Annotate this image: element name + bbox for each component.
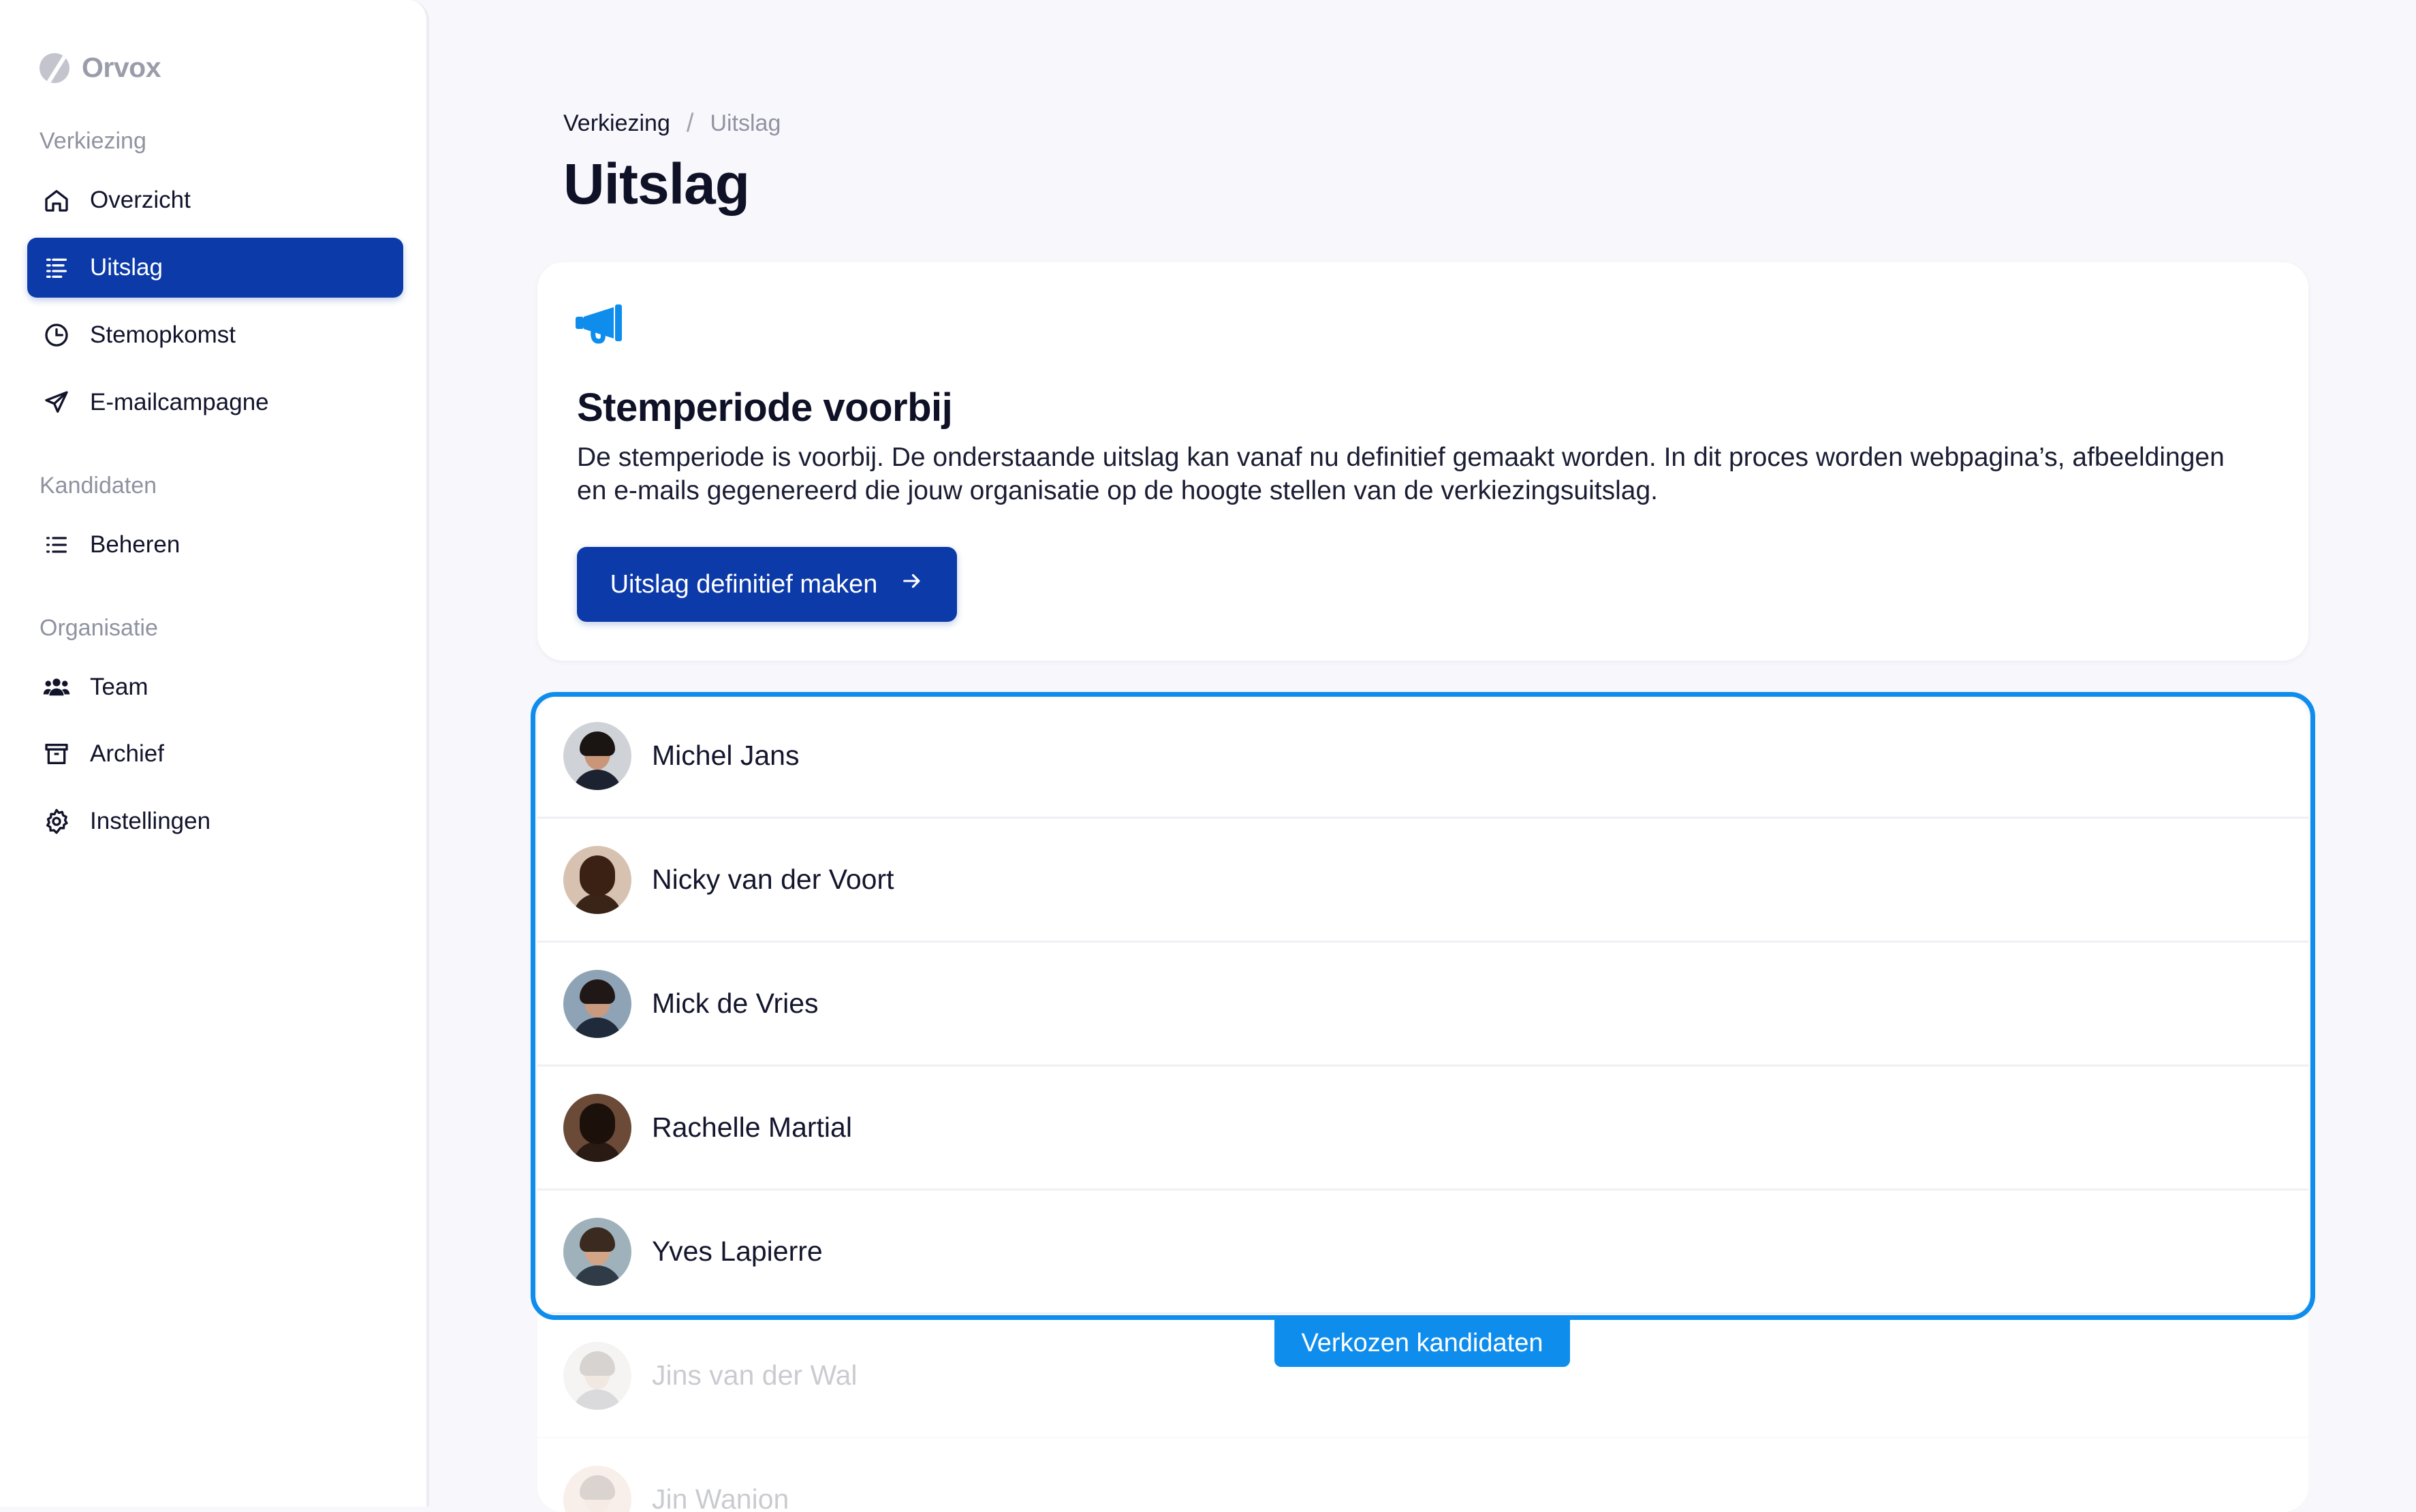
sidebar-item-label: Overzicht	[90, 187, 191, 214]
candidate-name: Michel Jans	[652, 740, 799, 772]
breadcrumb-current: Uitslag	[710, 110, 781, 137]
notice-title: Stemperiode voorbij	[577, 385, 952, 430]
bullet-list-icon	[42, 531, 71, 559]
sidebar-item-archief[interactable]: Archief	[27, 724, 403, 784]
sidebar-item-label: Team	[90, 674, 148, 701]
list-icon	[42, 253, 71, 282]
sidebar-item-overzicht[interactable]: Overzicht	[27, 170, 403, 230]
avatar	[563, 1342, 631, 1410]
arrow-right-icon	[900, 569, 924, 599]
sidebar-item-label: Beheren	[90, 531, 180, 558]
sidebar-item-team[interactable]: Team	[27, 657, 403, 717]
avatar	[563, 1218, 631, 1286]
gear-icon	[42, 807, 71, 836]
list-item[interactable]: Michel Jans	[537, 695, 2308, 819]
candidate-name: Rachelle Martial	[652, 1112, 852, 1144]
avatar	[563, 722, 631, 790]
elected-candidates-label: Verkozen kandidaten	[1274, 1319, 1570, 1367]
sidebar-item-label: E-mailcampagne	[90, 389, 269, 416]
avatar	[563, 970, 631, 1038]
avatar	[563, 846, 631, 914]
candidate-name: Nicky van der Voort	[652, 864, 894, 896]
sidebar-item-beheren[interactable]: Beheren	[27, 515, 403, 575]
list-item[interactable]: Jin Wanion	[537, 1438, 2308, 1512]
candidate-name: Jin Wanion	[652, 1483, 789, 1512]
megaphone-icon	[576, 303, 625, 347]
users-icon	[42, 673, 71, 702]
sidebar-item-e-mailcampagne[interactable]: E-mailcampagne	[27, 373, 403, 432]
archive-icon	[42, 740, 71, 768]
sidebar: Orvox Verkiezing Overzicht Uitslag Stemo…	[0, 0, 429, 1507]
list-item[interactable]: Mick de Vries	[537, 943, 2308, 1067]
sidebar-item-stemopkomst[interactable]: Stemopkomst	[27, 305, 403, 365]
breadcrumb-parent[interactable]: Verkiezing	[563, 110, 670, 137]
sidebar-item-label: Archief	[90, 740, 164, 768]
breadcrumb: Verkiezing / Uitslag	[563, 109, 781, 138]
app-name: Orvox	[82, 52, 161, 84]
candidate-name: Mick de Vries	[652, 988, 819, 1020]
list-item[interactable]: Nicky van der Voort	[537, 819, 2308, 943]
section-title-kandidaten: Kandidaten	[40, 473, 157, 499]
finalize-result-button[interactable]: Uitslag definitief maken	[577, 547, 957, 622]
sidebar-item-label: Instellingen	[90, 808, 210, 835]
sidebar-item-label: Uitslag	[90, 254, 163, 281]
avatar	[563, 1466, 631, 1512]
finalize-result-label: Uitslag definitief maken	[610, 570, 878, 599]
section-title-verkiezing: Verkiezing	[40, 128, 146, 155]
section-title-organisatie: Organisatie	[40, 615, 158, 642]
logo-icon	[40, 53, 69, 83]
page-title: Uitslag	[563, 151, 749, 217]
list-item[interactable]: Rachelle Martial	[537, 1067, 2308, 1191]
notice-body: De stemperiode is voorbij. De onderstaan…	[577, 441, 2259, 507]
candidate-name: Yves Lapierre	[652, 1235, 823, 1267]
list-item[interactable]: Yves Lapierre	[537, 1191, 2308, 1314]
sidebar-item-uitslag[interactable]: Uitslag	[27, 238, 403, 298]
app-logo[interactable]: Orvox	[40, 52, 161, 84]
candidate-list: Michel Jans Nicky van der Voort Mick de …	[537, 695, 2308, 1512]
clock-icon	[42, 321, 71, 349]
home-icon	[42, 186, 71, 215]
avatar	[563, 1094, 631, 1162]
send-icon	[42, 388, 71, 417]
candidate-name: Jins van der Wal	[652, 1359, 858, 1391]
voting-ended-notice: Stemperiode voorbij De stemperiode is vo…	[537, 262, 2308, 661]
sidebar-item-instellingen[interactable]: Instellingen	[27, 791, 403, 851]
sidebar-item-label: Stemopkomst	[90, 321, 236, 349]
breadcrumb-separator: /	[687, 109, 694, 138]
